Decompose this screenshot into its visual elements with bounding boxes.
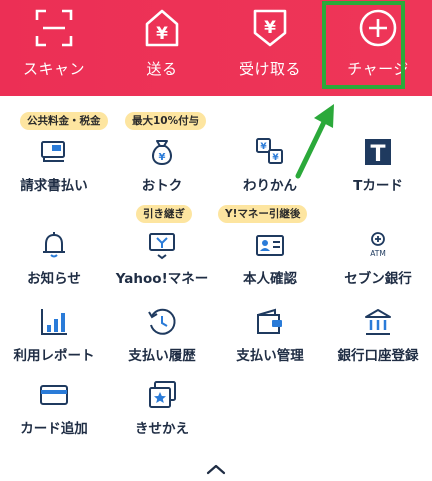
- charge-highlight-box: [322, 1, 405, 89]
- payment-history-item[interactable]: 支払い履歴: [108, 306, 216, 378]
- payment-history-label: 支払い履歴: [128, 348, 196, 364]
- bell-icon: [43, 232, 65, 258]
- action-header: スキャン ¥ 送る ¥ 受け取る チャージ: [0, 0, 432, 96]
- receive-yen-glyph: ¥: [264, 18, 276, 38]
- history-clock-icon: [148, 308, 176, 335]
- receive-yen-icon: ¥: [253, 9, 287, 47]
- money-bag-icon: ¥: [152, 140, 172, 166]
- notifications-label: お知らせ: [27, 271, 81, 287]
- payment-management-label: 支払い管理: [236, 348, 304, 364]
- send-yen-glyph: ¥: [156, 24, 168, 44]
- wallet-icon: [257, 308, 282, 334]
- money-bag-yen-glyph: ¥: [159, 152, 166, 163]
- identity-verify-label: 本人確認: [243, 271, 297, 287]
- split-bill-item[interactable]: ¥ ¥ わりかん: [216, 136, 324, 208]
- bank-icon: [365, 309, 391, 335]
- scan-label: スキャン: [22, 60, 85, 78]
- theme-label: きせかえ: [135, 421, 189, 437]
- t-logo-glyph: T: [370, 142, 385, 167]
- usage-report-label: 利用レポート: [13, 348, 95, 364]
- identity-verify-item[interactable]: 本人確認: [216, 229, 324, 301]
- scan-icon: [35, 9, 73, 47]
- t-card-item[interactable]: T Tカード: [324, 136, 432, 208]
- bank-account-label: 銀行口座登録: [337, 348, 419, 364]
- theme-cards-icon: [149, 381, 176, 408]
- bar-chart-icon: [41, 309, 67, 335]
- send-label: 送る: [146, 60, 178, 78]
- send-button[interactable]: ¥ 送る: [108, 0, 216, 96]
- invoice-pay-item[interactable]: 請求書払い: [0, 136, 108, 208]
- notifications-item[interactable]: お知らせ: [0, 229, 108, 301]
- split-yen-glyph-1: ¥: [260, 142, 267, 152]
- yahoo-money-icon: [149, 233, 175, 260]
- scan-button[interactable]: スキャン: [0, 0, 108, 96]
- seven-bank-label: セブン銀行: [344, 271, 412, 287]
- bank-account-item[interactable]: 銀行口座登録: [324, 306, 432, 378]
- split-bill-label: わりかん: [243, 178, 297, 194]
- invoice-pay-label: 請求書払い: [20, 178, 88, 194]
- payment-management-item[interactable]: 支払い管理: [216, 306, 324, 378]
- add-card-label: カード追加: [20, 421, 88, 437]
- split-bill-icon: ¥ ¥: [256, 138, 283, 164]
- atm-icon: ATM: [370, 232, 386, 258]
- bills-badge: 公共料金・税金: [20, 112, 108, 130]
- yahoo-money-item[interactable]: Yahoo!マネー: [108, 229, 216, 301]
- credit-card-icon: [40, 385, 68, 405]
- yahoo-money-label: Yahoo!マネー: [115, 271, 209, 287]
- send-yen-icon: ¥: [145, 9, 179, 47]
- atm-glyph: ATM: [370, 249, 386, 258]
- deals-item[interactable]: ¥ おトク: [108, 136, 216, 208]
- split-yen-glyph-2: ¥: [272, 153, 279, 163]
- deals-badge: 最大10%付与: [125, 112, 207, 130]
- receive-button[interactable]: ¥ 受け取る: [216, 0, 324, 96]
- deals-label: おトク: [141, 178, 183, 194]
- invoice-icon: [41, 141, 65, 162]
- id-card-icon: [256, 235, 284, 256]
- receive-label: 受け取る: [238, 60, 301, 78]
- usage-report-item[interactable]: 利用レポート: [0, 306, 108, 378]
- add-card-item[interactable]: カード追加: [0, 379, 108, 451]
- t-card-logo-icon: T: [365, 139, 391, 167]
- t-card-label: Tカード: [353, 178, 403, 194]
- chevron-up-icon[interactable]: [205, 462, 227, 476]
- seven-bank-item[interactable]: ATM セブン銀行: [324, 229, 432, 301]
- theme-item[interactable]: きせかえ: [108, 379, 216, 451]
